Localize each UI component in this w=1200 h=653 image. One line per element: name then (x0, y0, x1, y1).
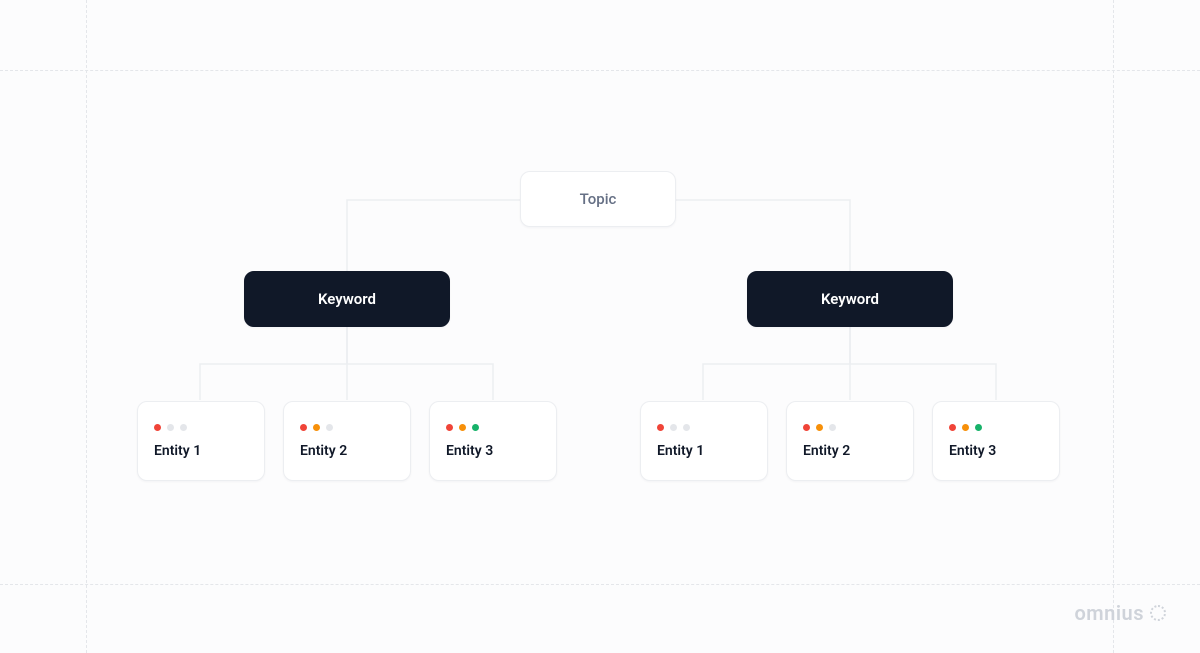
dot-grey-icon (829, 424, 836, 431)
dot-orange-icon (962, 424, 969, 431)
topic-label: Topic (580, 190, 617, 208)
entity-label: Entity 2 (300, 443, 347, 459)
entity-label: Entity 3 (949, 443, 996, 459)
dot-red-icon (949, 424, 956, 431)
diagram-canvas: Topic Keyword Keyword Entity 1 Entity 2 … (0, 0, 1200, 653)
traffic-light-dots (657, 424, 690, 431)
keyword-label: Keyword (821, 290, 879, 308)
dot-green-icon (975, 424, 982, 431)
entity-label: Entity 3 (446, 443, 493, 459)
keyword-node-1: Keyword (244, 271, 450, 327)
traffic-light-dots (446, 424, 479, 431)
dot-grey-icon (670, 424, 677, 431)
topic-node: Topic (520, 171, 676, 227)
dot-orange-icon (459, 424, 466, 431)
dot-red-icon (657, 424, 664, 431)
traffic-light-dots (300, 424, 333, 431)
dot-red-icon (803, 424, 810, 431)
dot-grey-icon (180, 424, 187, 431)
entity-card: Entity 3 (429, 401, 557, 481)
dot-orange-icon (816, 424, 823, 431)
entity-label: Entity 2 (803, 443, 850, 459)
brand-text: omnius (1074, 601, 1144, 625)
dot-orange-icon (313, 424, 320, 431)
entity-card: Entity 3 (932, 401, 1060, 481)
entity-label: Entity 1 (154, 443, 201, 459)
traffic-light-dots (154, 424, 187, 431)
dot-grey-icon (167, 424, 174, 431)
connector-lines (0, 0, 1200, 653)
traffic-light-dots (949, 424, 982, 431)
keyword-label: Keyword (318, 290, 376, 308)
traffic-light-dots (803, 424, 836, 431)
brand-mark-icon (1150, 605, 1166, 621)
keyword-node-2: Keyword (747, 271, 953, 327)
entity-card: Entity 2 (786, 401, 914, 481)
entity-card: Entity 2 (283, 401, 411, 481)
entity-card: Entity 1 (137, 401, 265, 481)
brand-watermark: omnius (1074, 601, 1166, 625)
dot-red-icon (300, 424, 307, 431)
dot-red-icon (446, 424, 453, 431)
dot-grey-icon (683, 424, 690, 431)
entity-card: Entity 1 (640, 401, 768, 481)
dot-green-icon (472, 424, 479, 431)
dot-red-icon (154, 424, 161, 431)
entity-label: Entity 1 (657, 443, 704, 459)
dot-grey-icon (326, 424, 333, 431)
